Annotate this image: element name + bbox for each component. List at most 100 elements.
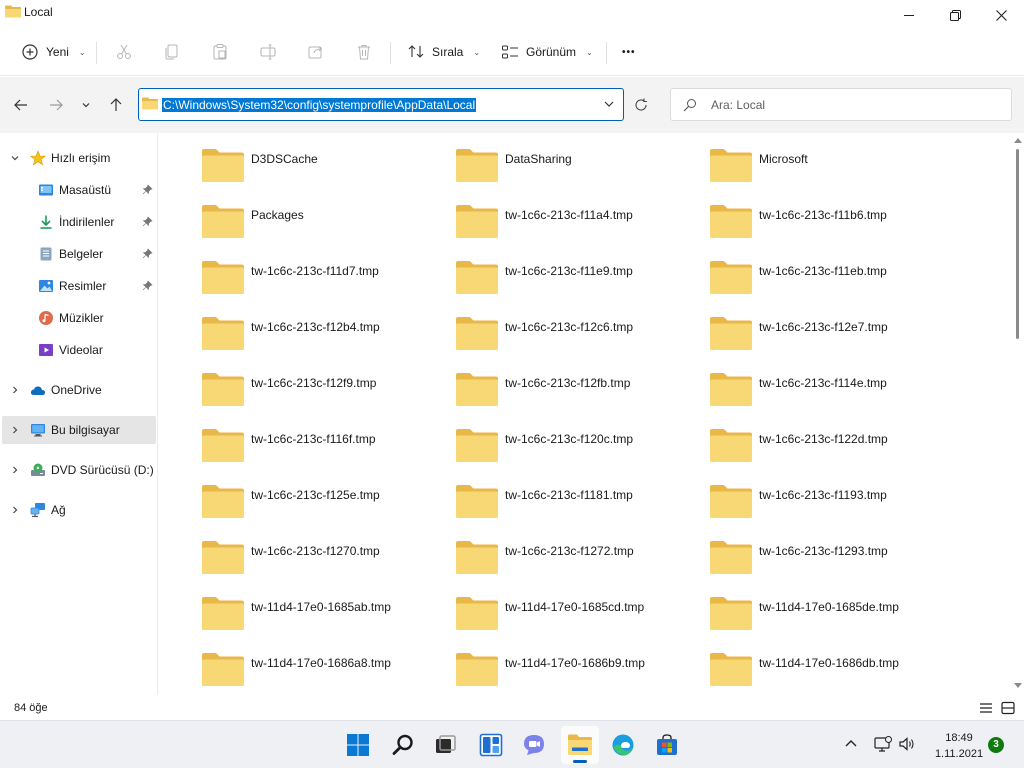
folder-item[interactable]: tw-1c6c-213c-f11d7.tmp: [201, 257, 441, 305]
folder-item[interactable]: tw-1c6c-213c-f11a4.tmp: [455, 201, 695, 249]
share-button[interactable]: [306, 38, 326, 66]
back-button[interactable]: [9, 93, 33, 117]
folder-icon: [202, 317, 244, 350]
vertical-scrollbar[interactable]: [1012, 133, 1024, 695]
more-options-button[interactable]: •••: [622, 38, 636, 66]
sidebar-item-label: İndirilenler: [59, 215, 115, 229]
new-button[interactable]: Yeni ⌄: [20, 38, 86, 66]
folder-icon: [202, 485, 244, 518]
chevron-right-icon[interactable]: [10, 385, 20, 395]
sidebar-item-quick-access[interactable]: Hızlı erişim: [2, 144, 156, 172]
start-button[interactable]: [339, 726, 377, 764]
sidebar-item-dvd-drive[interactable]: DVD Sürücüsü (D:) C: [2, 456, 156, 484]
folder-item[interactable]: D3DSCache: [201, 145, 441, 193]
sidebar-item-documents[interactable]: Belgeler: [2, 240, 156, 268]
folder-item[interactable]: tw-1c6c-213c-f11e9.tmp: [455, 257, 695, 305]
sidebar-item-desktop[interactable]: Masaüstü: [2, 176, 156, 204]
folder-item[interactable]: tw-1c6c-213c-f1181.tmp: [455, 481, 695, 529]
pin-icon[interactable]: [142, 184, 153, 195]
large-icons-view-icon[interactable]: [1000, 700, 1016, 716]
chevron-right-icon[interactable]: [10, 465, 20, 475]
folder-item[interactable]: tw-1c6c-213c-f1270.tmp: [201, 537, 441, 585]
folder-item[interactable]: tw-1c6c-213c-f12e7.tmp: [709, 313, 949, 361]
folder-name: tw-11d4-17e0-1685ab.tmp: [251, 600, 391, 614]
search-box[interactable]: Ara: Local: [670, 88, 1012, 121]
delete-button[interactable]: [354, 38, 374, 66]
folder-item[interactable]: DataSharing: [455, 145, 695, 193]
chevron-down-icon[interactable]: [10, 153, 20, 163]
volume-icon[interactable]: [898, 737, 916, 751]
view-button[interactable]: Görünüm ⌄: [500, 38, 593, 66]
task-view-button[interactable]: [426, 726, 464, 764]
sidebar-item-network[interactable]: Ağ: [2, 496, 156, 524]
up-button[interactable]: [104, 93, 128, 117]
folder-name: tw-1c6c-213c-f12fb.tmp: [505, 376, 631, 390]
details-view-icon[interactable]: [978, 700, 994, 716]
folder-item[interactable]: tw-11d4-17e0-1685ab.tmp: [201, 593, 441, 641]
folder-item[interactable]: tw-1c6c-213c-f12c6.tmp: [455, 313, 695, 361]
recent-locations-button[interactable]: [74, 93, 98, 117]
sort-button[interactable]: Sırala ⌄: [406, 38, 480, 66]
file-explorer-button[interactable]: [561, 726, 599, 764]
clock-date: 1.11.2021: [934, 748, 984, 760]
rename-button[interactable]: [258, 38, 278, 66]
sidebar-item-downloads[interactable]: İndirilenler: [2, 208, 156, 236]
sidebar-item-music[interactable]: Müzikler: [2, 304, 156, 332]
folder-item[interactable]: Packages: [201, 201, 441, 249]
close-button[interactable]: [978, 0, 1024, 30]
folder-item[interactable]: tw-1c6c-213c-f11eb.tmp: [709, 257, 949, 305]
scrollbar-thumb[interactable]: [1016, 149, 1019, 339]
sort-icon: [408, 45, 424, 58]
copy-button[interactable]: [162, 38, 182, 66]
folder-item[interactable]: tw-1c6c-213c-f11b6.tmp: [709, 201, 949, 249]
folder-item[interactable]: tw-1c6c-213c-f116f.tmp: [201, 425, 441, 473]
store-button[interactable]: [648, 726, 686, 764]
folder-item[interactable]: tw-1c6c-213c-f122d.tmp: [709, 425, 949, 473]
folder-item[interactable]: tw-1c6c-213c-f1293.tmp: [709, 537, 949, 585]
folder-item[interactable]: tw-1c6c-213c-f120c.tmp: [455, 425, 695, 473]
folder-item[interactable]: tw-1c6c-213c-f12fb.tmp: [455, 369, 695, 417]
folder-item[interactable]: tw-1c6c-213c-f1193.tmp: [709, 481, 949, 529]
folder-item[interactable]: tw-1c6c-213c-f125e.tmp: [201, 481, 441, 529]
address-input[interactable]: C:\Windows\System32\config\systemprofile…: [138, 88, 624, 121]
sidebar-item-onedrive[interactable]: OneDrive: [2, 376, 156, 404]
folder-item[interactable]: tw-11d4-17e0-1686db.tmp: [709, 649, 949, 695]
sidebar-item-pictures[interactable]: Resimler: [2, 272, 156, 300]
folder-item[interactable]: tw-11d4-17e0-1685cd.tmp: [455, 593, 695, 641]
minimize-button[interactable]: [886, 0, 932, 30]
folder-item[interactable]: tw-1c6c-213c-f12b4.tmp: [201, 313, 441, 361]
pin-icon[interactable]: [142, 280, 153, 291]
folder-name: tw-1c6c-213c-f120c.tmp: [505, 432, 634, 446]
folder-item[interactable]: tw-11d4-17e0-1685de.tmp: [709, 593, 949, 641]
pin-icon[interactable]: [142, 216, 153, 227]
forward-button[interactable]: [44, 93, 68, 117]
cut-button[interactable]: [114, 38, 134, 66]
clock[interactable]: 18:49 1.11.2021: [926, 730, 992, 762]
triangle-up-icon[interactable]: [1014, 137, 1022, 143]
widgets-button[interactable]: [472, 726, 510, 764]
refresh-button[interactable]: [626, 88, 656, 121]
folder-item[interactable]: tw-1c6c-213c-f1272.tmp: [455, 537, 695, 585]
chevron-right-icon[interactable]: [10, 425, 20, 435]
edge-button[interactable]: [604, 726, 642, 764]
folder-icon: [710, 541, 752, 574]
chevron-up-icon[interactable]: [844, 738, 858, 748]
pin-icon[interactable]: [142, 248, 153, 259]
restore-button[interactable]: [932, 0, 978, 30]
chevron-right-icon[interactable]: [10, 505, 20, 515]
taskbar-search-button[interactable]: [384, 726, 422, 764]
folder-item[interactable]: tw-11d4-17e0-1686a8.tmp: [201, 649, 441, 695]
chevron-down-icon[interactable]: [603, 98, 615, 110]
sidebar-item-this-pc[interactable]: Bu bilgisayar: [2, 416, 156, 444]
folder-item[interactable]: tw-11d4-17e0-1686b9.tmp: [455, 649, 695, 695]
folder-item[interactable]: Microsoft: [709, 145, 949, 193]
network-status-icon[interactable]: [874, 736, 892, 752]
triangle-down-icon[interactable]: [1014, 683, 1022, 689]
notification-badge[interactable]: 3: [988, 737, 1004, 753]
paste-button[interactable]: [210, 38, 230, 66]
folder-item[interactable]: tw-1c6c-213c-f114e.tmp: [709, 369, 949, 417]
folder-item[interactable]: tw-1c6c-213c-f12f9.tmp: [201, 369, 441, 417]
teams-chat-button[interactable]: [515, 726, 553, 764]
folder-icon: [202, 429, 244, 462]
sidebar-item-videos[interactable]: Videolar: [2, 336, 156, 364]
